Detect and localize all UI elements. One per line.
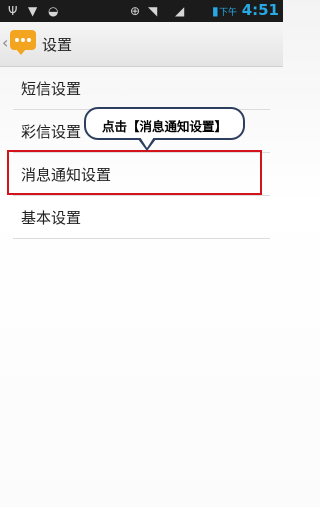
highlight-box	[7, 150, 262, 195]
app-bar: ‹ 设置	[0, 22, 283, 67]
back-chevron-icon[interactable]: ‹	[2, 33, 8, 52]
page-title: 设置	[42, 36, 73, 54]
status-ampm: 下午	[218, 8, 237, 18]
status-bar: Ψ ▼ ◒ ⊕ ◥ ◢ ▮ 下午 4:51	[0, 0, 283, 22]
callout-text: 点击【消息通知设置】	[101, 119, 227, 134]
settings-item-sms[interactable]: 短信设置	[13, 66, 270, 110]
message-bubble-icon[interactable]	[10, 30, 36, 55]
shield-icon: ▼	[28, 4, 38, 18]
game-controller-icon: ◒	[48, 4, 59, 18]
settings-item-label: 彩信设置	[21, 123, 82, 141]
settings-item-label: 短信设置	[21, 80, 82, 98]
battery-icon: ▮	[212, 4, 219, 18]
settings-item-general[interactable]: 基本设置	[13, 195, 270, 239]
settings-item-label: 基本设置	[21, 209, 82, 227]
usb-icon: Ψ	[8, 4, 18, 18]
callout-tail-inner	[140, 137, 154, 148]
callout-bubble: 点击【消息通知设置】	[84, 107, 245, 140]
sync-icon: ⊕	[130, 4, 141, 18]
signal-icon: ◢	[175, 4, 185, 18]
status-time: 4:51	[241, 1, 279, 19]
wifi-icon: ◥	[148, 4, 158, 18]
